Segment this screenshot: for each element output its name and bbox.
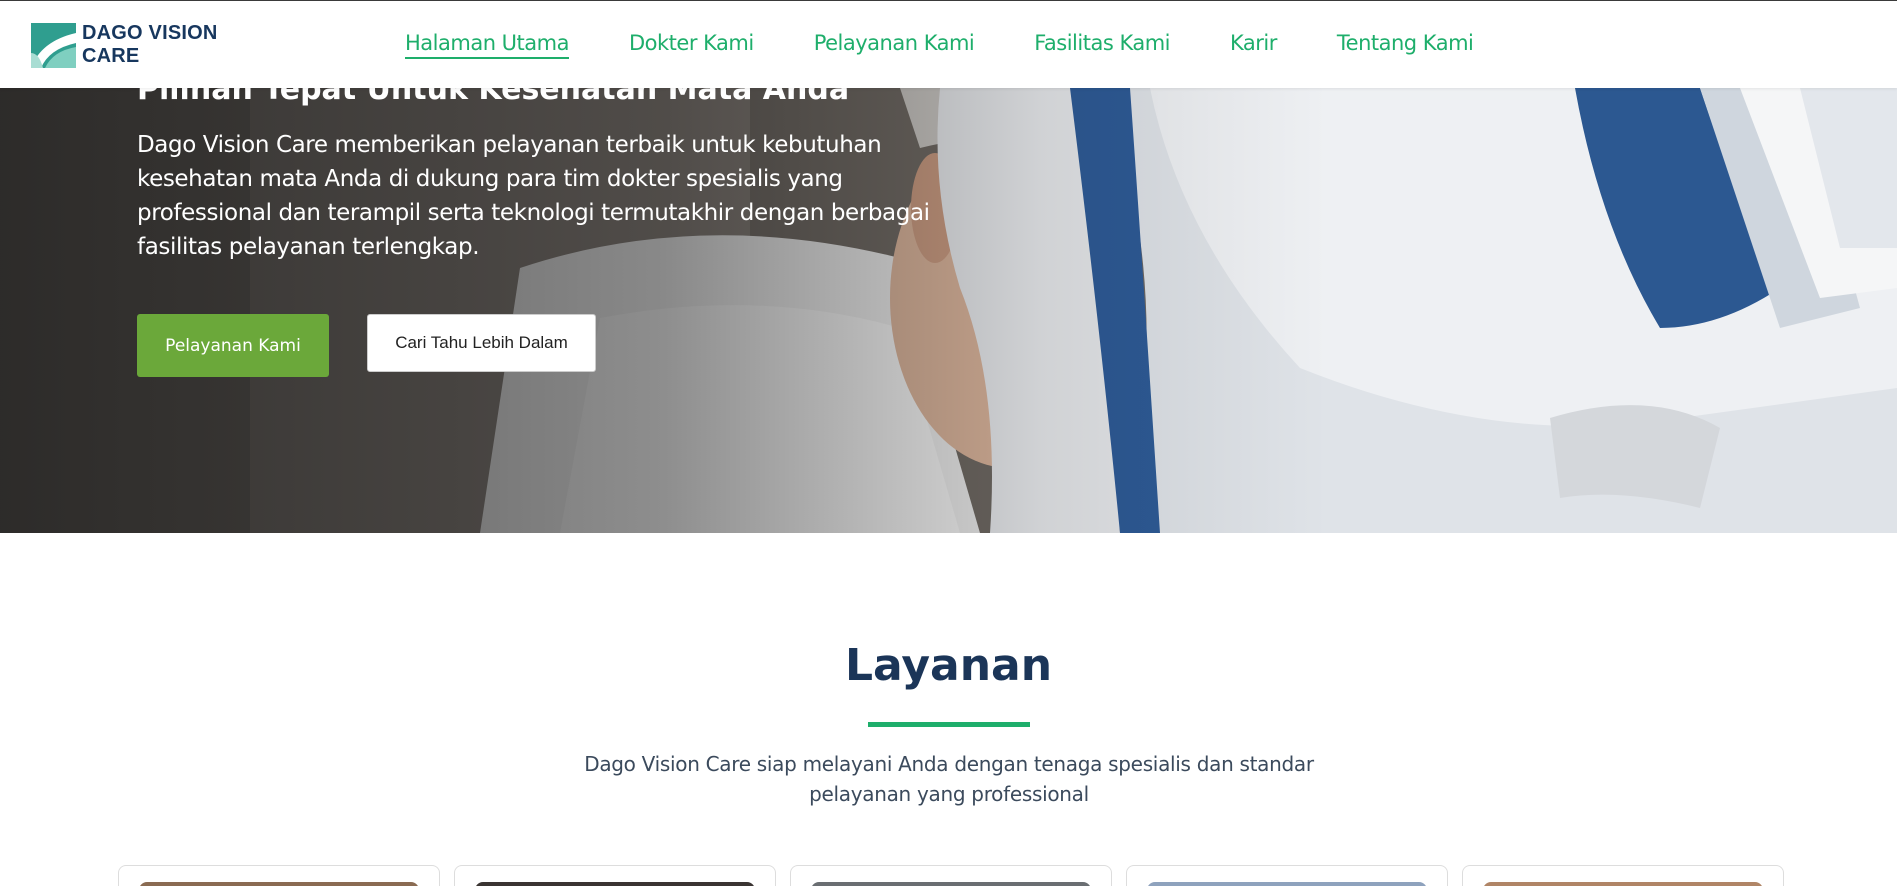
service-card[interactable] bbox=[118, 865, 440, 886]
service-card[interactable] bbox=[790, 865, 1112, 886]
hero-title: Pilihan Tepat Untuk Kesehatan Mata Anda bbox=[137, 88, 850, 107]
nav-item-dokter-kami[interactable]: Dokter Kami bbox=[629, 31, 754, 59]
service-card[interactable] bbox=[1126, 865, 1448, 886]
logo-mark-icon bbox=[31, 22, 76, 68]
brand-name: DAGO VISION CARE bbox=[82, 22, 218, 68]
brand-logo[interactable]: DAGO VISION CARE bbox=[31, 22, 218, 68]
main-nav: Halaman Utama Dokter Kami Pelayanan Kami… bbox=[405, 31, 1474, 59]
service-card-image bbox=[139, 882, 419, 886]
service-cards bbox=[118, 865, 1784, 886]
brand-name-line2: CARE bbox=[82, 45, 140, 67]
hero-section: Pilihan Tepat Untuk Kesehatan Mata Anda … bbox=[0, 88, 1897, 533]
nav-item-karir[interactable]: Karir bbox=[1230, 31, 1277, 59]
hero-description: Dago Vision Care memberikan pelayanan te… bbox=[137, 132, 930, 260]
nav-item-halaman-utama[interactable]: Halaman Utama bbox=[405, 31, 569, 59]
service-card-image bbox=[1483, 882, 1763, 886]
service-card-image bbox=[811, 882, 1091, 886]
section-description: Dago Vision Care siap melayani Anda deng… bbox=[584, 752, 1314, 806]
service-card[interactable] bbox=[1462, 865, 1784, 886]
pelayanan-kami-button[interactable]: Pelayanan Kami bbox=[137, 314, 329, 377]
service-card[interactable] bbox=[454, 865, 776, 886]
nav-item-fasilitas-kami[interactable]: Fasilitas Kami bbox=[1034, 31, 1170, 59]
service-card-image bbox=[475, 882, 755, 886]
nav-item-pelayanan-kami[interactable]: Pelayanan Kami bbox=[814, 31, 975, 59]
site-header: DAGO VISION CARE Halaman Utama Dokter Ka… bbox=[0, 0, 1897, 88]
service-card-image bbox=[1147, 882, 1427, 886]
section-underline bbox=[868, 722, 1030, 727]
brand-name-line1: DAGO VISION bbox=[82, 22, 218, 44]
section-title: Layanan bbox=[844, 640, 1053, 691]
nav-item-tentang-kami[interactable]: Tentang Kami bbox=[1337, 31, 1474, 59]
cari-tahu-button[interactable]: Cari Tahu Lebih Dalam bbox=[367, 314, 596, 372]
